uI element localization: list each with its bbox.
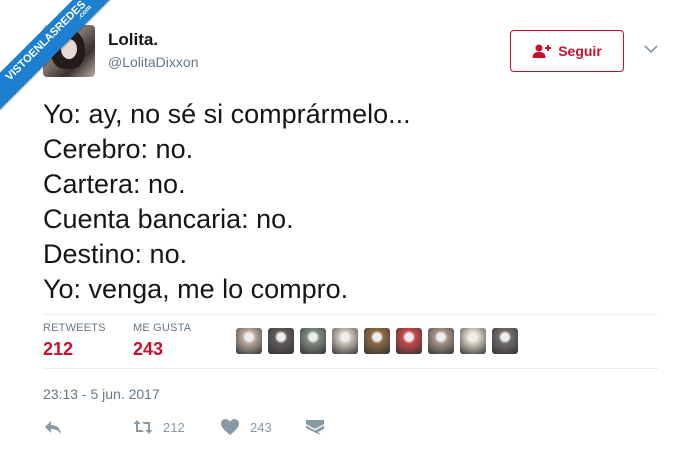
watermark-text: VISTOENLASREDES	[3, 0, 89, 84]
reply-icon	[45, 421, 61, 434]
watermark-banner: VISTOENLASREDES .com	[0, 0, 140, 140]
tweet-line: Yo: venga, me lo compro.	[43, 274, 349, 304]
tweet-line: Destino: no.	[43, 239, 188, 269]
liker-avatars	[236, 328, 518, 354]
liker-avatar[interactable]	[492, 328, 518, 354]
retweets-label: RETWEETS	[43, 322, 106, 334]
retweet-count: 212	[163, 419, 185, 435]
likes-count: 243	[133, 339, 164, 359]
liker-avatar[interactable]	[364, 328, 390, 354]
liker-avatar[interactable]	[396, 328, 422, 354]
message-button[interactable]	[305, 418, 325, 436]
divider	[43, 368, 658, 369]
liker-avatar[interactable]	[300, 328, 326, 354]
liker-avatar[interactable]	[460, 328, 486, 354]
divider	[43, 314, 658, 315]
retweet-button[interactable]: 212	[133, 418, 185, 436]
follow-button[interactable]: Seguir	[510, 30, 624, 72]
liker-avatar[interactable]	[236, 328, 262, 354]
add-user-icon	[532, 44, 552, 58]
tweet-line: Cuenta bancaria: no.	[43, 204, 294, 234]
liker-avatar[interactable]	[428, 328, 454, 354]
retweets-count: 212	[43, 339, 74, 359]
chevron-down-icon[interactable]	[642, 42, 660, 56]
likes-stat[interactable]: ME GUSTA 243	[133, 322, 191, 360]
tweet-line: Cartera: no.	[43, 169, 186, 199]
like-button[interactable]: 243	[220, 418, 272, 436]
liker-avatar[interactable]	[268, 328, 294, 354]
heart-icon	[221, 419, 239, 435]
tweet-timestamp[interactable]: 23:13 - 5 jun. 2017	[43, 386, 160, 402]
liker-avatar[interactable]	[332, 328, 358, 354]
retweets-stat[interactable]: RETWEETS 212	[43, 322, 106, 360]
likes-label: ME GUSTA	[133, 322, 192, 334]
reply-button[interactable]	[43, 418, 63, 436]
like-count: 243	[250, 419, 272, 435]
message-icon	[306, 420, 324, 435]
follow-label: Seguir	[558, 43, 602, 59]
retweet-icon	[133, 420, 153, 434]
